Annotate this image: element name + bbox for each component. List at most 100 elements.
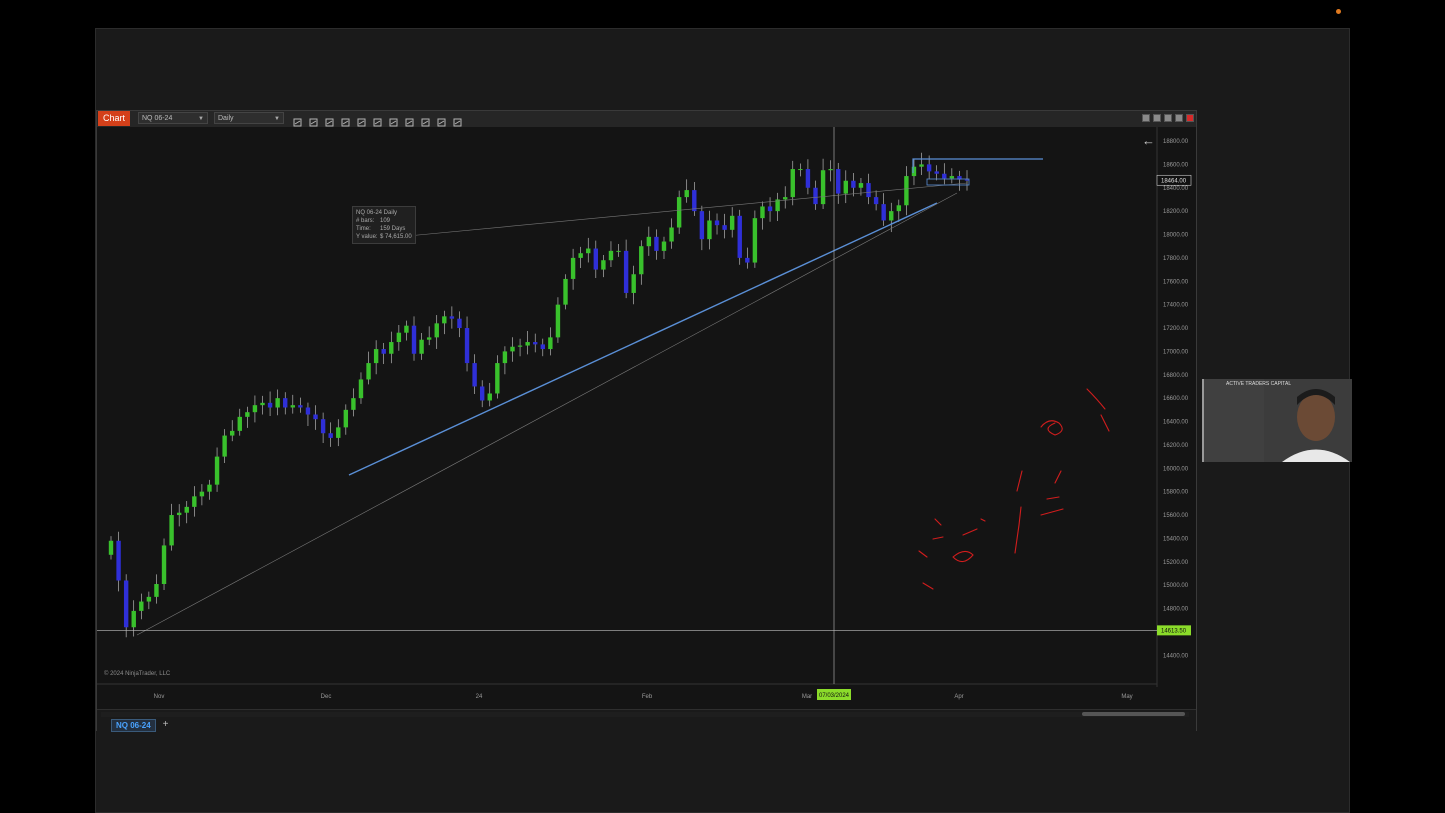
candle-body (623, 250, 629, 293)
candle-body (699, 211, 705, 240)
measure-bars-key: # bars: (356, 218, 375, 224)
candle-body (729, 215, 735, 230)
x-tick-label: Nov (154, 694, 165, 700)
horizontal-scrollbar[interactable] (101, 712, 1189, 717)
candle-body (692, 190, 697, 212)
layout-icon[interactable] (1153, 114, 1161, 122)
candle-body (161, 545, 167, 585)
scrollbar-thumb[interactable] (1082, 712, 1185, 716)
candle-body (790, 169, 795, 198)
candle-body (290, 405, 296, 408)
chart-bottom-bar: NQ 06-24 + (97, 709, 1196, 732)
candle-body (813, 187, 818, 205)
candle-body (737, 215, 742, 258)
candle-body (487, 393, 492, 401)
candle-body (942, 173, 947, 179)
candle-body (586, 248, 591, 254)
candle-body (714, 220, 720, 226)
candle-body (472, 363, 477, 387)
close-icon[interactable] (1186, 114, 1194, 122)
candle-body (904, 176, 909, 206)
y-tick-label: 17200.00 (1163, 326, 1189, 332)
candle-body (676, 197, 682, 228)
add-tab-button[interactable]: + (161, 719, 170, 730)
candle-body (298, 405, 303, 408)
restore-icon[interactable] (1175, 114, 1183, 122)
back-arrow-icon[interactable]: ← (1142, 133, 1155, 148)
x-tick-label: 24 (476, 694, 483, 700)
chart-toolbar: Chart NQ 06-24 ▼ Daily ▼ (97, 111, 1196, 128)
candle-body (237, 416, 242, 431)
candle-body (661, 241, 667, 251)
candle-body (745, 257, 750, 263)
candle-body (782, 197, 788, 200)
candle-body (283, 398, 288, 408)
data-box-icon[interactable] (373, 114, 382, 127)
candle-body (320, 419, 326, 434)
y-tick-label: 15600.00 (1163, 513, 1189, 519)
tile-icon[interactable] (1142, 114, 1150, 122)
candle-body (328, 433, 333, 438)
chevron-down-icon: ▼ (274, 116, 280, 122)
candle-body (593, 248, 599, 270)
zoom-in-icon[interactable] (325, 114, 334, 127)
y-tick-label: 15000.00 (1163, 583, 1189, 589)
timeframe-select-value: Daily (218, 115, 234, 122)
last-price-label: 18464.00 (1161, 178, 1187, 184)
y-tick-label: 16600.00 (1163, 396, 1189, 402)
candle-body (722, 225, 727, 230)
instrument-select[interactable]: NQ 06-24 ▼ (138, 112, 208, 124)
calculator-icon[interactable] (437, 114, 446, 127)
candle-body (858, 183, 864, 188)
candle-body (873, 197, 879, 205)
candle-body (843, 180, 848, 194)
candle-body (555, 304, 561, 338)
candle-body (366, 363, 371, 380)
strategy-icon[interactable] (405, 114, 414, 127)
candle-body (154, 584, 159, 597)
bar-type-icon[interactable] (293, 114, 302, 127)
candle-body (336, 427, 341, 438)
candle-body (123, 580, 129, 628)
crosshair-icon[interactable] (357, 114, 366, 127)
candle-body (517, 345, 523, 347)
candle-body (926, 164, 932, 172)
chart-tab[interactable]: Chart (98, 111, 131, 126)
indicators-icon[interactable] (421, 114, 430, 127)
webcam-watermark: ACTIVE TRADERS CAPITAL (1226, 381, 1292, 387)
candle-body (245, 412, 250, 417)
candle-body (964, 179, 970, 181)
y-tick-label: 14400.00 (1163, 653, 1189, 659)
x-tick-label: May (1121, 694, 1132, 700)
y-tick-label: 18200.00 (1163, 209, 1189, 215)
candle-body (426, 337, 432, 340)
candle-body (442, 316, 447, 324)
list-icon[interactable] (453, 114, 462, 127)
candle-body (396, 332, 402, 343)
candle-body (866, 183, 871, 198)
measure-tooltip-title: NQ 06-24 Daily (356, 210, 398, 216)
y-tick-label: 17000.00 (1163, 349, 1189, 355)
candle-body (570, 257, 576, 279)
price-chart[interactable]: 18800.00 18600.00 18400.00 18200.00 18000.00… (97, 127, 1196, 709)
minimize-icon[interactable] (1164, 114, 1172, 122)
candle-body (192, 496, 197, 507)
candle-body (260, 402, 265, 406)
candle-body (601, 260, 606, 270)
candle-body (389, 342, 394, 354)
pencil-icon[interactable] (309, 114, 318, 127)
tab-nq-06-24[interactable]: NQ 06-24 (111, 719, 156, 732)
y-tick-label: 16800.00 (1163, 373, 1189, 379)
timeframe-select[interactable]: Daily ▼ (214, 112, 284, 124)
x-tick-label: Apr (954, 694, 963, 700)
candle-body (146, 596, 152, 602)
zoom-out-icon[interactable] (341, 114, 350, 127)
y-tick-label: 17400.00 (1163, 303, 1189, 309)
y-tick-label: 18600.00 (1163, 162, 1189, 168)
candle-body (616, 250, 621, 252)
candle-body (199, 491, 205, 497)
candle-body (479, 386, 485, 401)
candle-body (684, 190, 689, 198)
properties-icon[interactable] (389, 114, 398, 127)
candle-body (631, 274, 636, 293)
